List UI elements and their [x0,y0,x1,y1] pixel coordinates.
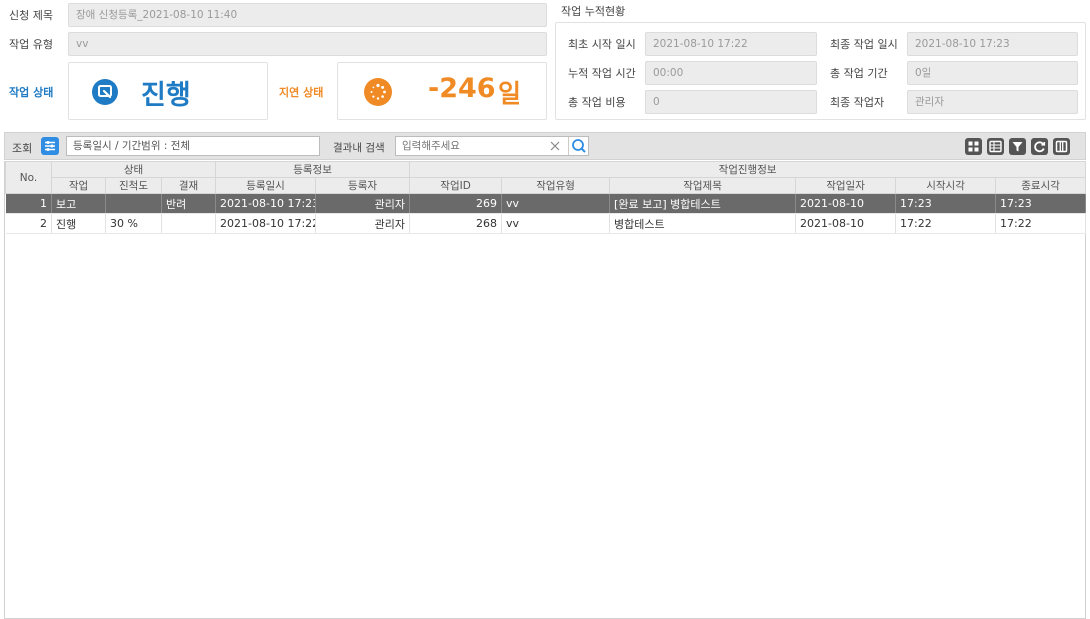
cell-progress: 30 % [105,213,162,234]
search-box [395,136,589,156]
total-period-field[interactable]: 0일 [907,61,1078,85]
last-worker-label: 최종 작업자 [830,96,885,109]
cell-work-type: vv [501,193,611,214]
search-input[interactable] [396,137,546,155]
cell-registrant: 관리자 [315,193,411,214]
cell-work: 보고 [51,193,106,214]
group-reg-info-header: 등록정보 [215,161,411,178]
status-board-icon [92,79,118,105]
last-end-field[interactable]: 2021-08-10 17:23 [907,32,1078,56]
cell-start: 17:23 [895,193,997,214]
cell-work-date: 2021-08-10 [795,213,897,234]
search-icon[interactable] [568,137,588,155]
title-field[interactable]: 장애 신청등록_2021-08-10 11:40 [68,3,547,27]
date-filter-field[interactable]: 등록일시 / 기간범위 : 전체 [66,136,320,156]
cell-progress [105,193,162,214]
query-label: 조회 [12,142,33,155]
total-cost-field[interactable]: 0 [645,90,817,114]
cell-approval [161,213,217,234]
cell-start: 17:22 [895,213,997,234]
cell-work-id: 269 [409,193,503,214]
col-approval-header[interactable]: 결재 [160,177,217,194]
cell-work-id: 268 [409,213,503,234]
delay-status-box: -246 일 [337,62,547,120]
cell-reg-date: 2021-08-10 17:22 [215,213,317,234]
result-grid: No. 상태 등록정보 작업진행정보 작업 진척도 결재 등록일시 등록자 작업… [4,161,1087,619]
first-start-label: 최초 시작 일시 [568,38,636,51]
search-label: 결과내 검색 [333,142,385,154]
col-no-header[interactable]: No. [5,161,52,194]
type-label: 작업 유형 [9,38,53,51]
columns-toggle-icon[interactable] [1053,138,1070,155]
type-field[interactable]: vv [68,32,547,56]
cum-time-label: 누적 작업 시간 [568,67,636,80]
col-work-header[interactable]: 작업 [51,177,106,194]
filter-icon[interactable] [1009,138,1026,155]
first-start-field[interactable]: 2021-08-10 17:22 [645,32,817,56]
delay-unit: 일 [498,79,522,108]
cell-work: 진행 [51,213,106,234]
cell-title: 병합테스트 [609,213,797,234]
last-worker-field[interactable]: 관리자 [907,90,1078,114]
col-work-type-header[interactable]: 작업유형 [501,177,611,194]
total-cost-label: 총 작업 비용 [568,96,626,109]
cell-reg-date: 2021-08-10 17:23 [215,193,317,214]
work-status-value: 진행 [141,80,191,111]
cell-end: 17:22 [995,213,1087,234]
accumulated-title: 작업 누적현황 [561,5,626,18]
group-progress-info-header: 작업진행정보 [409,161,1087,178]
cum-time-field[interactable]: 00:00 [645,61,817,85]
work-status-box: 진행 [68,62,268,120]
table-row[interactable]: 2 진행 30 % 2021-08-10 17:22 관리자 268 vv 병합… [5,213,1087,234]
close-icon[interactable] [548,138,562,154]
grid-toolbar: 조회 등록일시 / 기간범위 : 전체 결과내 검색 [4,132,1086,160]
group-status-header: 상태 [50,161,217,178]
cell-title: [완료 보고] 병합테스트 [609,193,797,214]
col-end-header[interactable]: 종료시각 [995,177,1087,194]
cell-no: 1 [5,193,52,214]
cell-no: 2 [5,213,52,234]
col-progress-header[interactable]: 진척도 [105,177,162,194]
col-start-header[interactable]: 시작시각 [895,177,997,194]
cell-work-date: 2021-08-10 [795,193,897,214]
cell-end: 17:23 [995,193,1087,214]
col-work-id-header[interactable]: 작업ID [409,177,503,194]
cell-work-type: vv [501,213,611,234]
cell-approval: 반려 [161,193,217,214]
work-status-label: 작업 상태 [9,86,54,99]
table-row[interactable]: 1 보고 반려 2021-08-10 17:23 관리자 269 vv [완료 … [5,193,1087,214]
total-period-label: 총 작업 기간 [830,67,888,80]
delay-status-label: 지연 상태 [279,86,324,99]
last-end-label: 최종 작업 일시 [830,38,898,51]
col-work-date-header[interactable]: 작업일자 [795,177,897,194]
column-settings-icon[interactable] [987,138,1004,155]
col-registrant-header[interactable]: 등록자 [315,177,411,194]
delay-value: -246 [428,73,496,104]
grid-view-icon[interactable] [965,138,982,155]
list-filter-icon[interactable] [41,137,59,155]
result-table: No. 상태 등록정보 작업진행정보 작업 진척도 결재 등록일시 등록자 작업… [5,161,1087,234]
title-label: 신청 제목 [9,9,53,22]
refresh-icon[interactable] [1031,138,1048,155]
col-reg-date-header[interactable]: 등록일시 [215,177,317,194]
col-title-header[interactable]: 작업제목 [609,177,797,194]
cell-registrant: 관리자 [315,213,411,234]
spinner-icon [364,78,392,106]
